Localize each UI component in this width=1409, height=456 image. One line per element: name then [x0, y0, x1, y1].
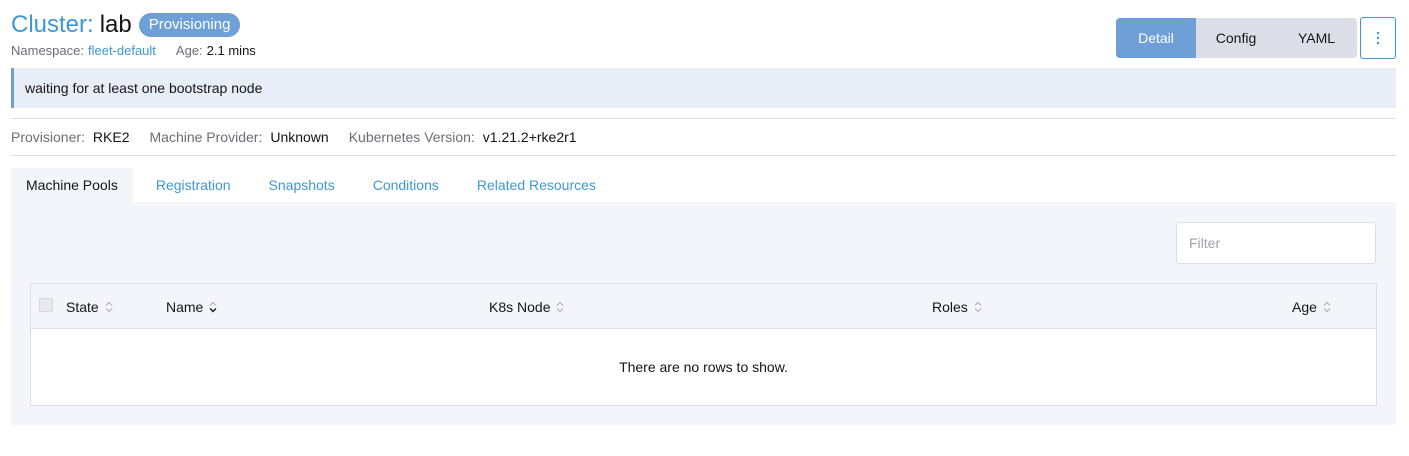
machine-pools-panel: State Name K8s Node Roles [11, 202, 1396, 425]
tab-machine-pools[interactable]: Machine Pools [11, 168, 133, 202]
column-label-roles: Roles [932, 298, 968, 315]
machine-pools-table: State Name K8s Node Roles Age There are … [30, 283, 1377, 406]
sort-arrows-icon [1323, 301, 1331, 313]
divider [11, 155, 1396, 156]
tab-related-resources[interactable]: Related Resources [462, 168, 611, 202]
column-header-k8s-node[interactable]: K8s Node [489, 284, 564, 329]
column-header-state[interactable]: State [66, 284, 113, 329]
tab-conditions[interactable]: Conditions [358, 168, 454, 202]
column-header-roles[interactable]: Roles [932, 284, 982, 329]
table-header: State Name K8s Node Roles Age [31, 284, 1376, 329]
sort-arrows-icon [105, 301, 113, 313]
provisioner-label: Provisioner: [11, 128, 85, 145]
vertical-ellipsis-icon [1376, 31, 1380, 45]
age-value: 2.1 mins [206, 43, 256, 58]
empty-table-message: There are no rows to show. [619, 359, 788, 375]
select-all-checkbox[interactable] [39, 298, 53, 312]
filter-input[interactable] [1176, 222, 1376, 264]
machine-provider-label: Machine Provider: [149, 128, 263, 145]
column-label-name: Name [166, 298, 204, 315]
config-button[interactable]: Config [1196, 18, 1276, 58]
tab-bar: Machine Pools Registration Snapshots Con… [11, 168, 619, 202]
sort-arrows-icon [556, 301, 564, 313]
machine-provider-value: Unknown [270, 128, 329, 145]
age-label: Age: [175, 43, 203, 58]
namespace-label: Namespace: [11, 43, 84, 58]
sort-arrows-icon [974, 301, 982, 313]
tab-snapshots[interactable]: Snapshots [254, 168, 350, 202]
namespace-link[interactable]: fleet-default [88, 43, 156, 58]
status-badge: Provisioning [138, 13, 241, 37]
detail-button[interactable]: Detail [1116, 18, 1196, 58]
title-prefix: Cluster: [11, 11, 94, 38]
cluster-name: lab [99, 11, 132, 38]
view-switcher: Detail Config YAML [1116, 18, 1357, 58]
info-banner: waiting for at least one bootstrap node [11, 68, 1396, 108]
yaml-button[interactable]: YAML [1276, 18, 1357, 58]
kubernetes-version-label: Kubernetes Version: [348, 128, 475, 145]
column-header-age[interactable]: Age [1292, 284, 1331, 329]
column-label-age: Age [1292, 298, 1317, 315]
provisioner-value: RKE2 [92, 128, 130, 145]
column-label-state: State [66, 298, 99, 315]
kubernetes-version-value: v1.21.2+rke2r1 [482, 128, 577, 145]
column-header-name[interactable]: Name [166, 284, 217, 329]
column-label-k8s-node: K8s Node [489, 298, 551, 315]
chevron-down-icon [209, 301, 217, 313]
actions-menu-button[interactable] [1360, 17, 1396, 59]
cluster-details: Provisioner: RKE2 Machine Provider: Unkn… [11, 118, 577, 155]
tab-registration[interactable]: Registration [141, 168, 246, 202]
